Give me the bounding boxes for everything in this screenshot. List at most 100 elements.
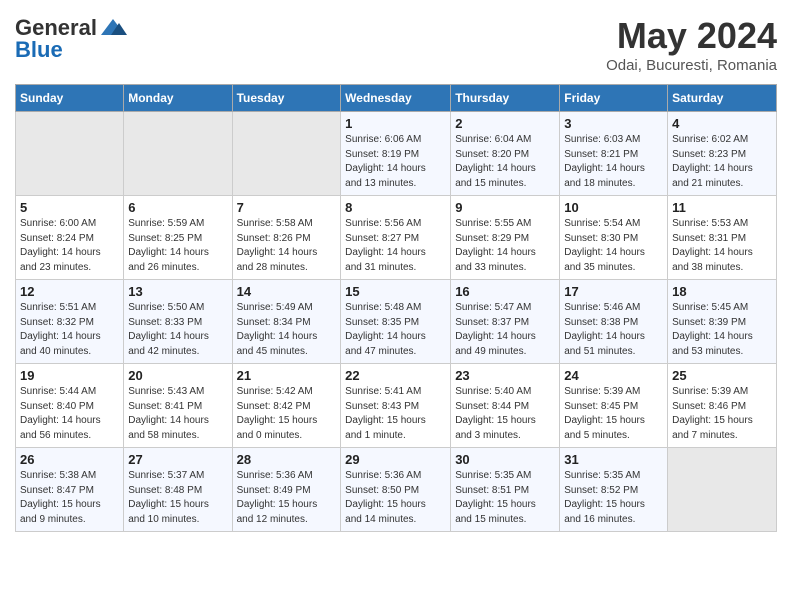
calendar-cell: 23 Sunrise: 5:40 AMSunset: 8:44 PMDayligh… [451,364,560,448]
day-info: Sunrise: 5:44 AMSunset: 8:40 PMDaylight:… [20,385,119,443]
calendar-cell [16,112,124,196]
calendar-cell: 30 Sunrise: 5:35 AMSunset: 8:51 PMDayligh… [451,448,560,532]
calendar-cell: 20 Sunrise: 5:43 AMSunset: 8:41 PMDayligh… [124,364,232,448]
day-number: 20 [128,368,227,383]
day-number: 10 [564,200,663,215]
weekday-header-sunday: Sunday [16,85,124,112]
month-year-title: May 2024 [606,15,777,57]
calendar-cell: 15 Sunrise: 5:48 AMSunset: 8:35 PMDayligh… [341,280,451,364]
calendar-cell: 28 Sunrise: 5:36 AMSunset: 8:49 PMDayligh… [232,448,341,532]
day-info: Sunrise: 5:39 AMSunset: 8:46 PMDaylight:… [672,385,772,443]
page-header: General Blue May 2024 Odai, Bucuresti, R… [15,15,777,74]
day-info: Sunrise: 6:02 AMSunset: 8:23 PMDaylight:… [672,133,772,191]
calendar-cell: 5 Sunrise: 6:00 AMSunset: 8:24 PMDaylight… [16,196,124,280]
weekday-header-monday: Monday [124,85,232,112]
day-number: 2 [455,116,555,131]
calendar-cell: 11 Sunrise: 5:53 AMSunset: 8:31 PMDayligh… [668,196,777,280]
day-number: 25 [672,368,772,383]
day-info: Sunrise: 5:50 AMSunset: 8:33 PMDaylight:… [128,301,227,359]
calendar-cell [668,448,777,532]
calendar-cell: 3 Sunrise: 6:03 AMSunset: 8:21 PMDaylight… [560,112,668,196]
day-number: 12 [20,284,119,299]
day-info: Sunrise: 5:47 AMSunset: 8:37 PMDaylight:… [455,301,555,359]
day-info: Sunrise: 5:41 AMSunset: 8:43 PMDaylight:… [345,385,446,443]
day-number: 27 [128,452,227,467]
calendar-cell: 25 Sunrise: 5:39 AMSunset: 8:46 PMDayligh… [668,364,777,448]
day-info: Sunrise: 5:37 AMSunset: 8:48 PMDaylight:… [128,469,227,527]
day-info: Sunrise: 5:36 AMSunset: 8:49 PMDaylight:… [237,469,337,527]
calendar-cell: 26 Sunrise: 5:38 AMSunset: 8:47 PMDayligh… [16,448,124,532]
day-number: 28 [237,452,337,467]
day-info: Sunrise: 5:48 AMSunset: 8:35 PMDaylight:… [345,301,446,359]
day-number: 16 [455,284,555,299]
weekday-header-thursday: Thursday [451,85,560,112]
day-info: Sunrise: 5:38 AMSunset: 8:47 PMDaylight:… [20,469,119,527]
calendar-cell: 1 Sunrise: 6:06 AMSunset: 8:19 PMDaylight… [341,112,451,196]
weekday-header-tuesday: Tuesday [232,85,341,112]
day-info: Sunrise: 5:54 AMSunset: 8:30 PMDaylight:… [564,217,663,275]
day-info: Sunrise: 5:43 AMSunset: 8:41 PMDaylight:… [128,385,227,443]
weekday-header-wednesday: Wednesday [341,85,451,112]
day-number: 15 [345,284,446,299]
day-info: Sunrise: 5:51 AMSunset: 8:32 PMDaylight:… [20,301,119,359]
calendar-cell: 14 Sunrise: 5:49 AMSunset: 8:34 PMDayligh… [232,280,341,364]
day-number: 22 [345,368,446,383]
calendar-cell: 21 Sunrise: 5:42 AMSunset: 8:42 PMDayligh… [232,364,341,448]
day-info: Sunrise: 6:00 AMSunset: 8:24 PMDaylight:… [20,217,119,275]
day-number: 1 [345,116,446,131]
day-number: 21 [237,368,337,383]
day-info: Sunrise: 5:53 AMSunset: 8:31 PMDaylight:… [672,217,772,275]
day-info: Sunrise: 5:46 AMSunset: 8:38 PMDaylight:… [564,301,663,359]
day-number: 29 [345,452,446,467]
day-info: Sunrise: 5:58 AMSunset: 8:26 PMDaylight:… [237,217,337,275]
calendar-cell: 4 Sunrise: 6:02 AMSunset: 8:23 PMDaylight… [668,112,777,196]
day-number: 3 [564,116,663,131]
day-info: Sunrise: 5:42 AMSunset: 8:42 PMDaylight:… [237,385,337,443]
day-number: 6 [128,200,227,215]
title-block: May 2024 Odai, Bucuresti, Romania [606,15,777,74]
calendar-cell: 13 Sunrise: 5:50 AMSunset: 8:33 PMDayligh… [124,280,232,364]
day-number: 4 [672,116,772,131]
calendar-cell [124,112,232,196]
calendar-cell: 6 Sunrise: 5:59 AMSunset: 8:25 PMDaylight… [124,196,232,280]
day-number: 26 [20,452,119,467]
calendar-cell: 19Sunrise: 5:44 AMSunset: 8:40 PMDayligh… [16,364,124,448]
day-number: 13 [128,284,227,299]
calendar-cell: 27 Sunrise: 5:37 AMSunset: 8:48 PMDayligh… [124,448,232,532]
calendar-cell: 31 Sunrise: 5:35 AMSunset: 8:52 PMDayligh… [560,448,668,532]
day-info: Sunrise: 5:35 AMSunset: 8:52 PMDaylight:… [564,469,663,527]
logo-blue-text: Blue [15,37,63,63]
calendar-cell: 7Sunrise: 5:58 AMSunset: 8:26 PMDaylight… [232,196,341,280]
day-info: Sunrise: 5:56 AMSunset: 8:27 PMDaylight:… [345,217,446,275]
calendar-cell: 2 Sunrise: 6:04 AMSunset: 8:20 PMDaylight… [451,112,560,196]
day-info: Sunrise: 5:59 AMSunset: 8:25 PMDaylight:… [128,217,227,275]
calendar-cell: 17 Sunrise: 5:46 AMSunset: 8:38 PMDayligh… [560,280,668,364]
day-info: Sunrise: 6:06 AMSunset: 8:19 PMDaylight:… [345,133,446,191]
day-number: 14 [237,284,337,299]
calendar-cell: 22 Sunrise: 5:41 AMSunset: 8:43 PMDayligh… [341,364,451,448]
day-number: 24 [564,368,663,383]
day-info: Sunrise: 5:49 AMSunset: 8:34 PMDaylight:… [237,301,337,359]
weekday-header-friday: Friday [560,85,668,112]
day-number: 23 [455,368,555,383]
calendar-cell: 10 Sunrise: 5:54 AMSunset: 8:30 PMDayligh… [560,196,668,280]
day-number: 5 [20,200,119,215]
day-number: 30 [455,452,555,467]
day-info: Sunrise: 5:40 AMSunset: 8:44 PMDaylight:… [455,385,555,443]
day-number: 31 [564,452,663,467]
calendar-cell: 29Sunrise: 5:36 AMSunset: 8:50 PMDayligh… [341,448,451,532]
day-info: Sunrise: 6:04 AMSunset: 8:20 PMDaylight:… [455,133,555,191]
calendar-cell: 9Sunrise: 5:55 AMSunset: 8:29 PMDaylight… [451,196,560,280]
location-subtitle: Odai, Bucuresti, Romania [606,57,777,74]
day-number: 17 [564,284,663,299]
calendar-cell: 24 Sunrise: 5:39 AMSunset: 8:45 PMDayligh… [560,364,668,448]
calendar-cell [232,112,341,196]
day-number: 18 [672,284,772,299]
day-number: 8 [345,200,446,215]
logo: General Blue [15,15,127,63]
day-number: 11 [672,200,772,215]
calendar-cell: 18Sunrise: 5:45 AMSunset: 8:39 PMDayligh… [668,280,777,364]
day-info: Sunrise: 5:39 AMSunset: 8:45 PMDaylight:… [564,385,663,443]
day-info: Sunrise: 5:35 AMSunset: 8:51 PMDaylight:… [455,469,555,527]
day-info: Sunrise: 6:03 AMSunset: 8:21 PMDaylight:… [564,133,663,191]
